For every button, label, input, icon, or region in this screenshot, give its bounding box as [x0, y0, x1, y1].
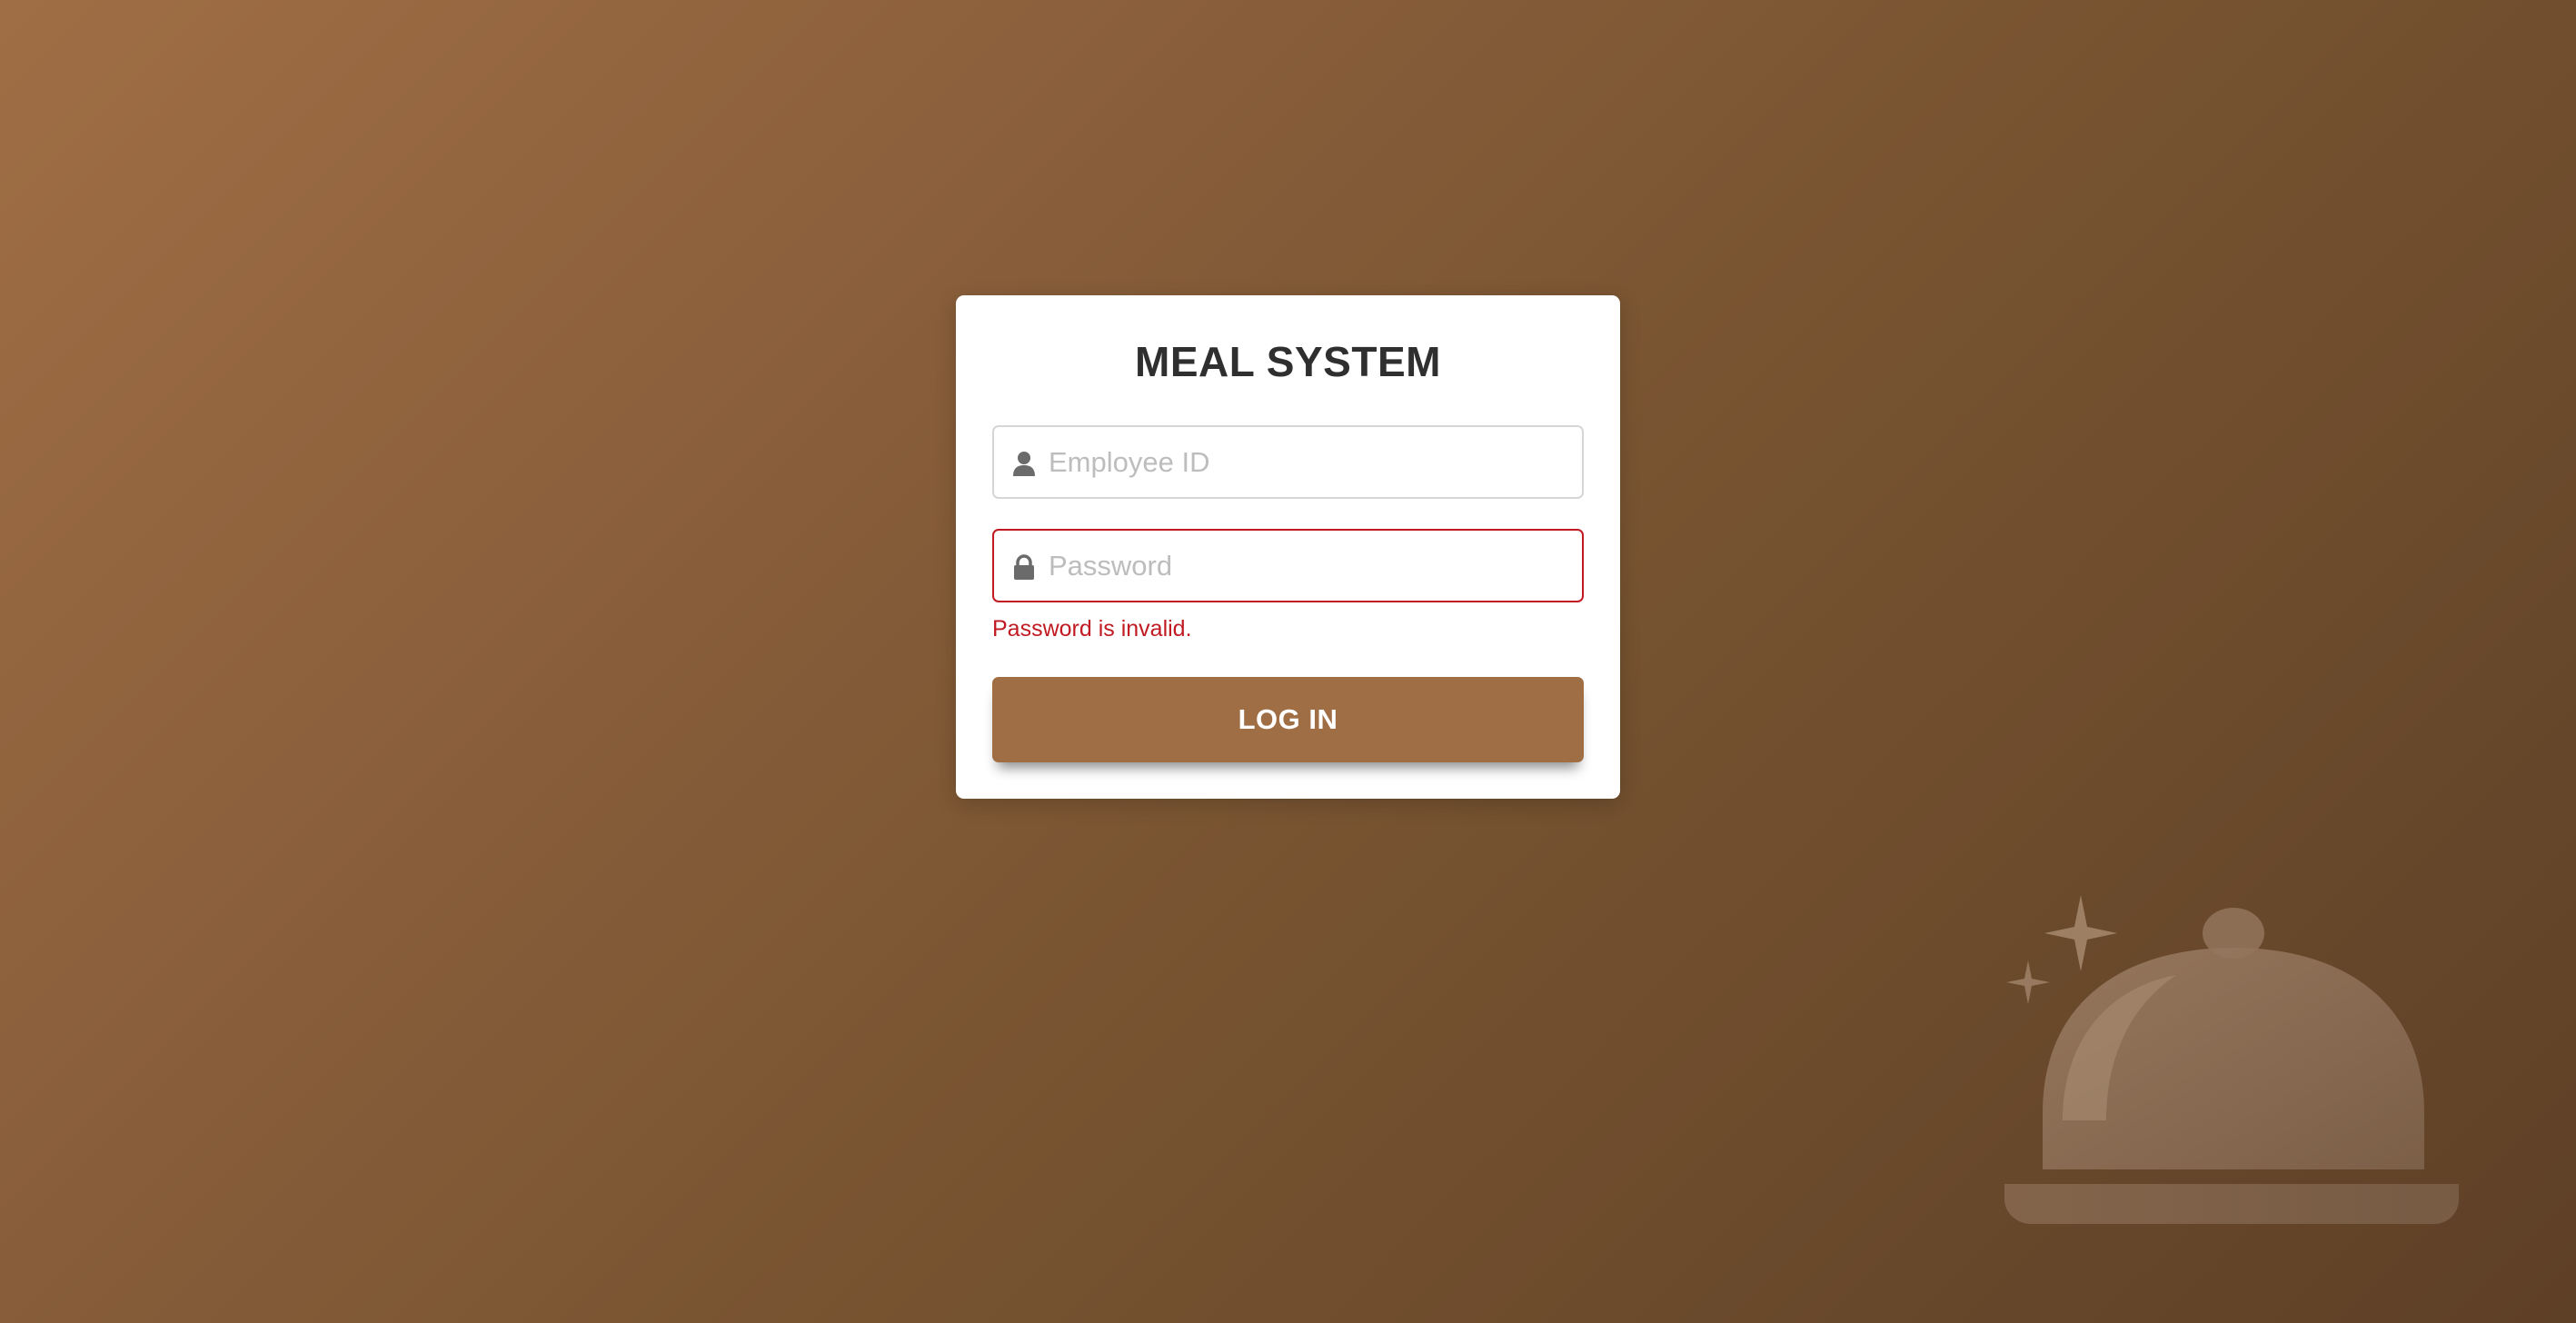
- employee-id-input[interactable]: [1049, 427, 1566, 497]
- lock-icon: [1012, 554, 1036, 580]
- password-field[interactable]: [992, 529, 1584, 602]
- login-card: MEAL SYSTEM Password is invalid. LOG IN: [956, 295, 1620, 799]
- employee-id-field[interactable]: [992, 425, 1584, 499]
- password-error-message: Password is invalid.: [992, 616, 1192, 642]
- app-title: MEAL SYSTEM: [1135, 338, 1441, 385]
- login-button[interactable]: LOG IN: [992, 677, 1584, 762]
- password-input[interactable]: [1049, 531, 1566, 601]
- serving-cloche-icon: [2004, 895, 2459, 1224]
- user-icon: [1012, 451, 1036, 476]
